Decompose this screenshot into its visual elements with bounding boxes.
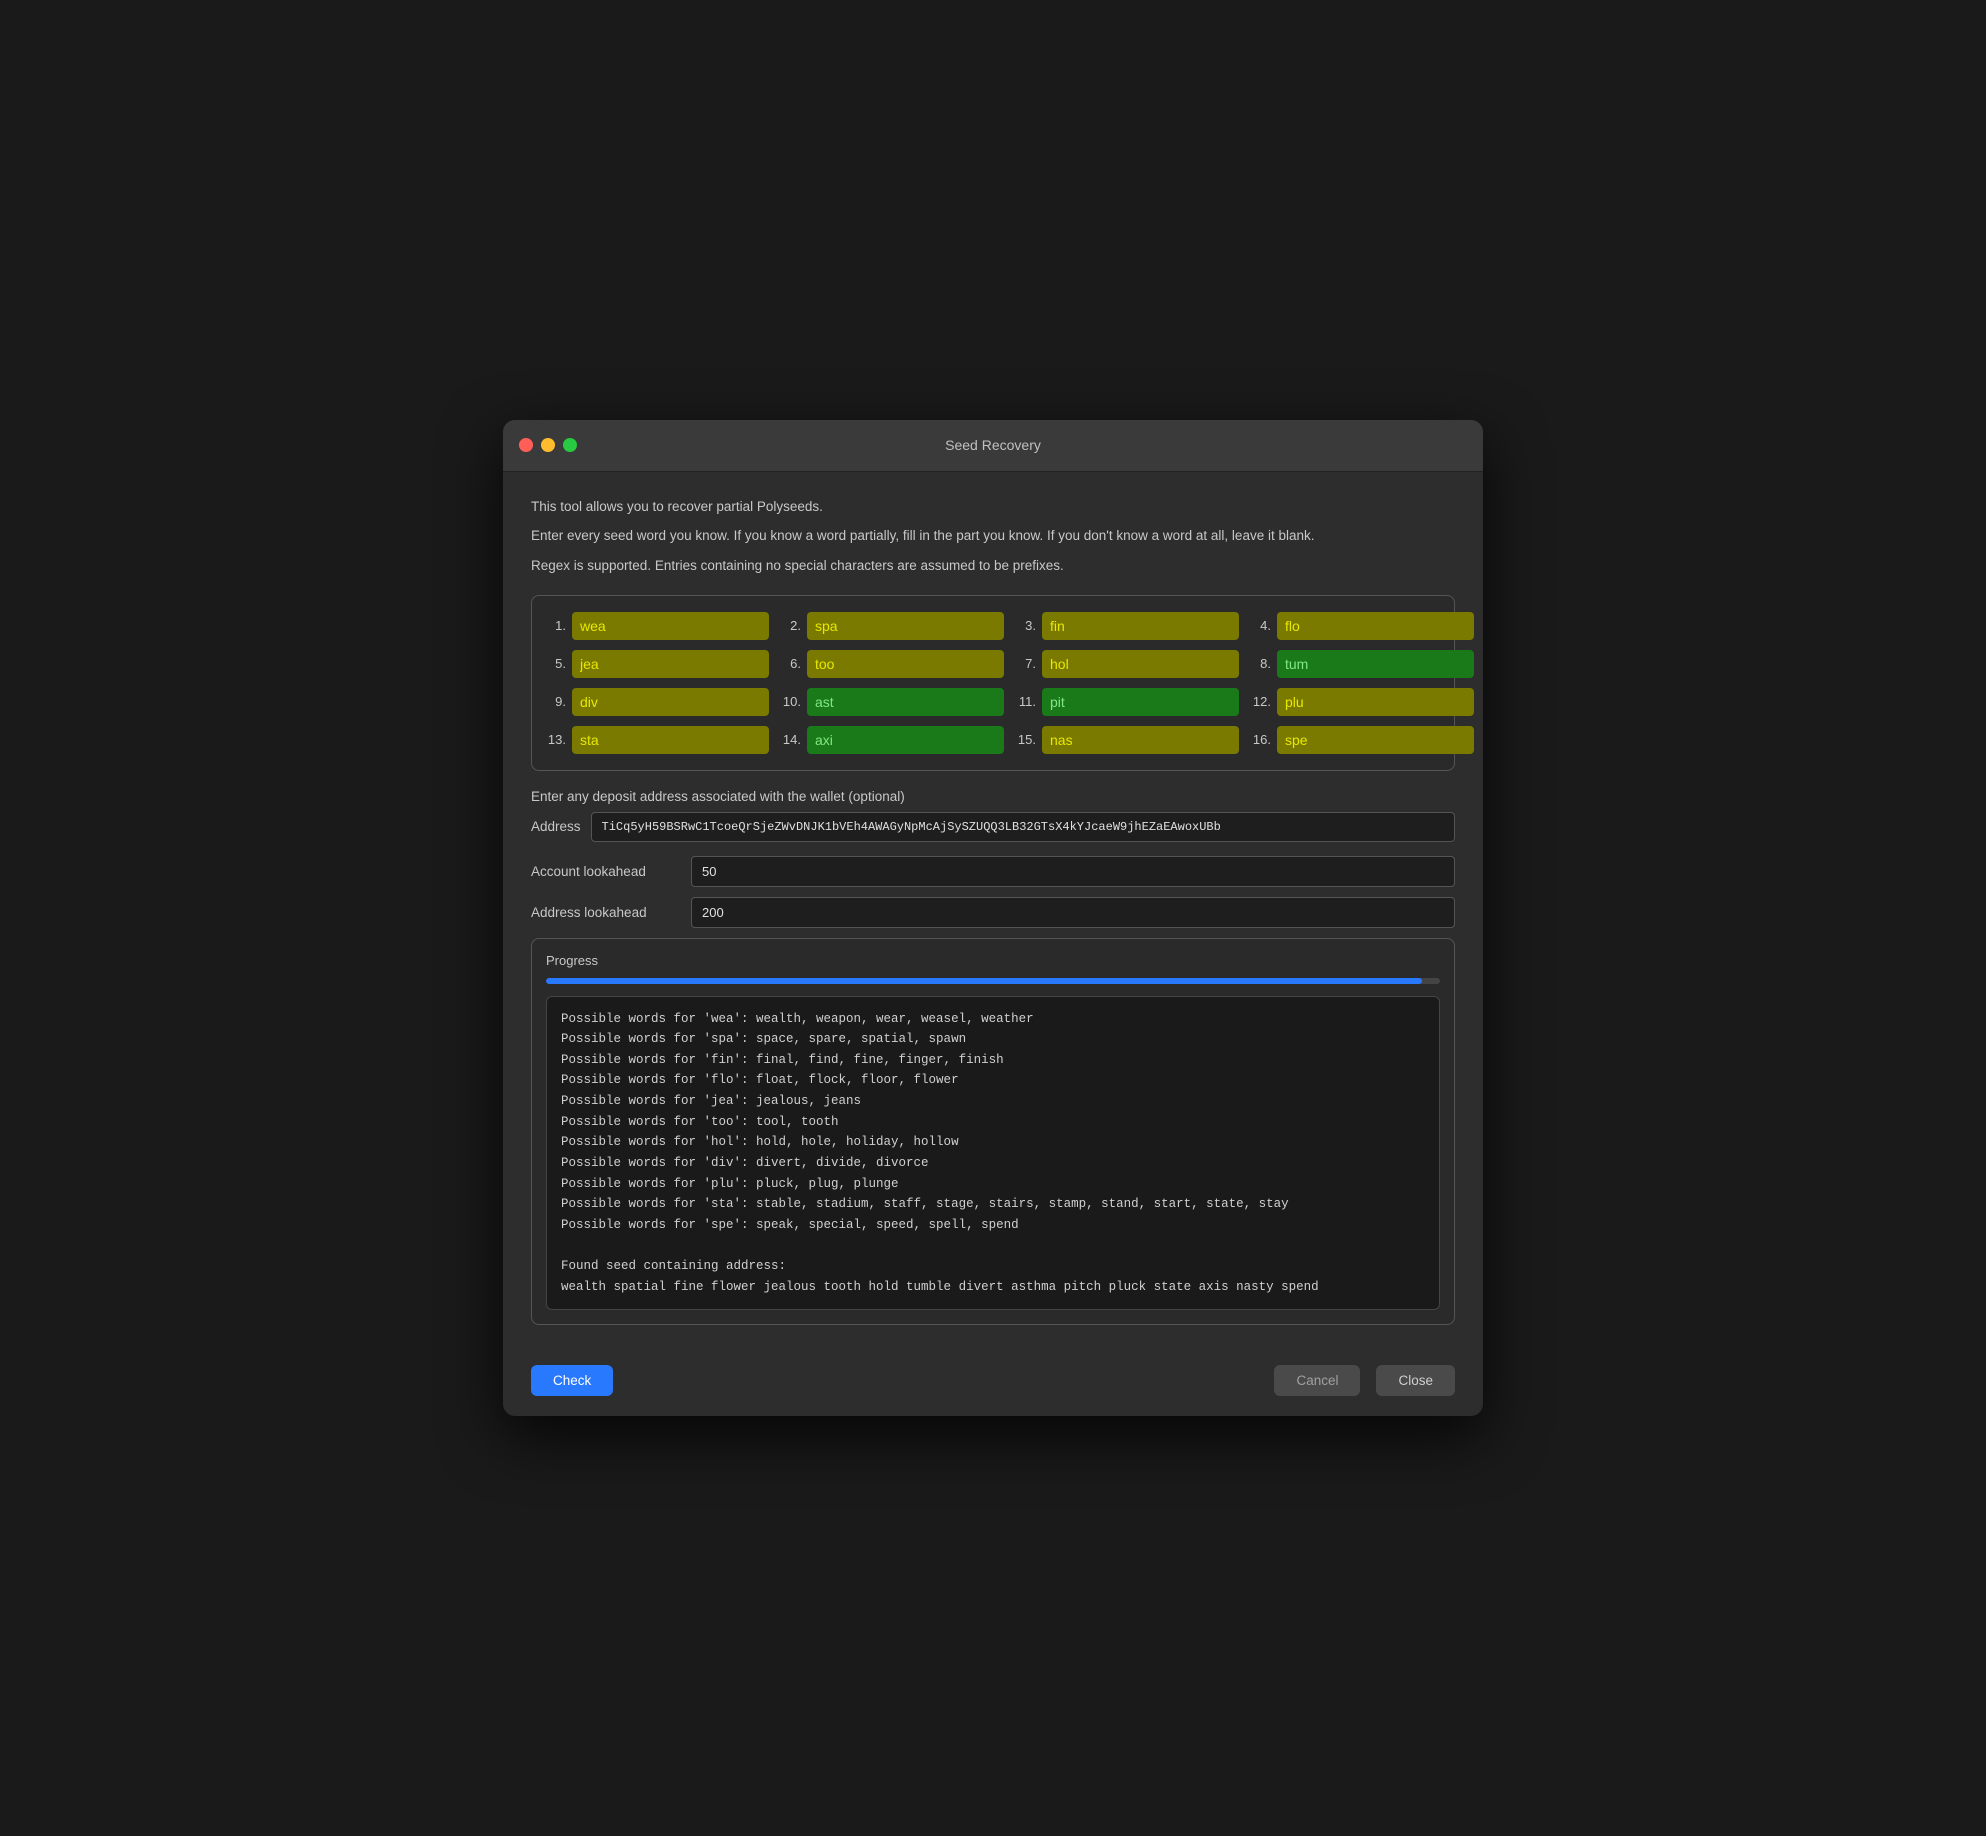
desc-line3: Regex is supported. Entries containing n… <box>531 555 1455 577</box>
close-traffic-light[interactable] <box>519 438 533 452</box>
window-title: Seed Recovery <box>945 437 1041 453</box>
seed-num-5: 5. <box>544 656 566 671</box>
seed-num-14: 14. <box>779 732 801 747</box>
seed-num-10: 10. <box>779 694 801 709</box>
close-button[interactable]: Close <box>1376 1365 1455 1396</box>
desc-line1: This tool allows you to recover partial … <box>531 496 1455 518</box>
seed-input-5[interactable] <box>572 650 769 678</box>
seed-num-11: 11. <box>1014 694 1036 709</box>
progress-label: Progress <box>546 953 1440 968</box>
traffic-lights <box>519 438 577 452</box>
account-lookahead-input[interactable] <box>691 856 1455 887</box>
footer-right: Cancel Close <box>1274 1365 1455 1396</box>
seed-item-14: 14. <box>779 726 1004 754</box>
cancel-button[interactable]: Cancel <box>1274 1365 1360 1396</box>
seed-num-12: 12. <box>1249 694 1271 709</box>
seed-item-13: 13. <box>544 726 769 754</box>
seed-num-4: 4. <box>1249 618 1271 633</box>
seed-item-1: 1. <box>544 612 769 640</box>
address-lookahead-label: Address lookahead <box>531 905 681 920</box>
seed-item-5: 5. <box>544 650 769 678</box>
address-section: Enter any deposit address associated wit… <box>531 789 1455 842</box>
address-lookahead-input[interactable] <box>691 897 1455 928</box>
seed-input-8[interactable] <box>1277 650 1474 678</box>
seed-num-16: 16. <box>1249 732 1271 747</box>
seed-num-2: 2. <box>779 618 801 633</box>
seed-num-9: 9. <box>544 694 566 709</box>
check-button[interactable]: Check <box>531 1365 613 1396</box>
account-lookahead-label: Account lookahead <box>531 864 681 879</box>
main-content: This tool allows you to recover partial … <box>503 472 1483 1350</box>
seed-item-2: 2. <box>779 612 1004 640</box>
seed-input-11[interactable] <box>1042 688 1239 716</box>
seed-item-10: 10. <box>779 688 1004 716</box>
seed-item-7: 7. <box>1014 650 1239 678</box>
progress-bar-container <box>546 978 1440 984</box>
address-lookahead-row: Address lookahead <box>531 897 1455 928</box>
main-window: Seed Recovery This tool allows you to re… <box>503 420 1483 1417</box>
seed-input-10[interactable] <box>807 688 1004 716</box>
seed-input-14[interactable] <box>807 726 1004 754</box>
seed-input-2[interactable] <box>807 612 1004 640</box>
seed-num-7: 7. <box>1014 656 1036 671</box>
seed-input-9[interactable] <box>572 688 769 716</box>
seed-num-3: 3. <box>1014 618 1036 633</box>
seed-num-13: 13. <box>544 732 566 747</box>
seed-item-3: 3. <box>1014 612 1239 640</box>
seed-grid-container: 1. 2. 3. 4. 5. 6. 7. 8. 9. 10. 11. 12. 13. 14. 15. 16. <box>531 595 1455 771</box>
seed-input-1[interactable] <box>572 612 769 640</box>
seed-input-6[interactable] <box>807 650 1004 678</box>
seed-item-16: 16. <box>1249 726 1474 754</box>
seed-item-9: 9. <box>544 688 769 716</box>
seed-item-15: 15. <box>1014 726 1239 754</box>
desc-line2: Enter every seed word you know. If you k… <box>531 525 1455 547</box>
address-row: Address <box>531 812 1455 842</box>
seed-input-12[interactable] <box>1277 688 1474 716</box>
titlebar: Seed Recovery <box>503 420 1483 472</box>
seed-num-15: 15. <box>1014 732 1036 747</box>
seed-num-1: 1. <box>544 618 566 633</box>
seed-input-13[interactable] <box>572 726 769 754</box>
seed-input-7[interactable] <box>1042 650 1239 678</box>
seed-item-12: 12. <box>1249 688 1474 716</box>
seed-input-16[interactable] <box>1277 726 1474 754</box>
progress-bar-fill <box>546 978 1422 984</box>
seed-item-11: 11. <box>1014 688 1239 716</box>
address-section-label: Enter any deposit address associated wit… <box>531 789 1455 804</box>
address-input[interactable] <box>591 812 1455 842</box>
seed-grid: 1. 2. 3. 4. 5. 6. 7. 8. 9. 10. 11. 12. 13. 14. 15. 16. <box>544 612 1442 754</box>
seed-item-6: 6. <box>779 650 1004 678</box>
seed-item-8: 8. <box>1249 650 1474 678</box>
progress-section: Progress Possible words for 'wea': wealt… <box>531 938 1455 1326</box>
seed-item-4: 4. <box>1249 612 1474 640</box>
seed-input-4[interactable] <box>1277 612 1474 640</box>
address-row-label: Address <box>531 819 581 834</box>
seed-num-6: 6. <box>779 656 801 671</box>
progress-output: Possible words for 'wea': wealth, weapon… <box>546 996 1440 1311</box>
seed-input-15[interactable] <box>1042 726 1239 754</box>
seed-num-8: 8. <box>1249 656 1271 671</box>
seed-input-3[interactable] <box>1042 612 1239 640</box>
minimize-traffic-light[interactable] <box>541 438 555 452</box>
maximize-traffic-light[interactable] <box>563 438 577 452</box>
footer: Check Cancel Close <box>503 1349 1483 1416</box>
account-lookahead-row: Account lookahead <box>531 856 1455 887</box>
